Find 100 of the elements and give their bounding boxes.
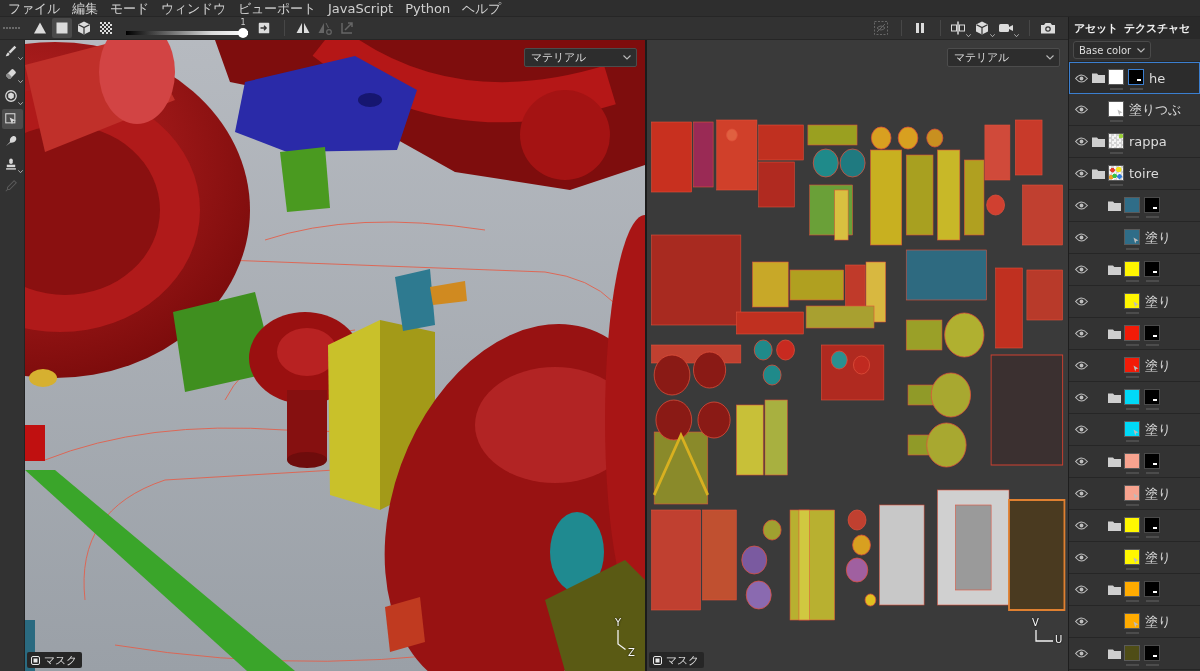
axis-gizmo-icon: [616, 630, 626, 650]
layer-thumbnail[interactable]: [1124, 356, 1140, 373]
layer-thumbnail[interactable]: [1108, 132, 1124, 149]
folder-icon: [1108, 520, 1121, 531]
corner-arrow-icon: [339, 20, 355, 36]
channel-dropdown[interactable]: Base color: [1073, 41, 1152, 59]
layer-thumbnail[interactable]: [1124, 228, 1140, 245]
folder-icon: [1108, 392, 1121, 403]
mask-icon: [31, 655, 40, 665]
eye-off-icon: [873, 20, 889, 36]
folder-icon: [1108, 264, 1121, 275]
cursor-icon: [1117, 108, 1123, 116]
caret-icon: [17, 102, 23, 105]
chevron-down-icon: [1137, 47, 1146, 53]
chevron-down-icon: [1046, 55, 1054, 60]
panel-tab[interactable]: アセット: [1074, 20, 1118, 36]
eye-icon: [1075, 393, 1088, 402]
mask-thumbnail[interactable]: [1144, 644, 1160, 661]
layer-thumbnail[interactable]: [1124, 644, 1140, 661]
layer-name: 塗り: [1145, 614, 1171, 629]
eye-icon: [1075, 201, 1088, 210]
eyedropper-icon: [3, 179, 18, 193]
layer-name: 塗り: [1145, 358, 1171, 373]
eye-icon: [1075, 489, 1088, 498]
mask-button[interactable]: マスク: [649, 652, 704, 668]
folder-icon: [1092, 136, 1105, 147]
menu-item[interactable]: JavaScript: [322, 0, 400, 16]
material-dropdown[interactable]: マテリアル: [947, 48, 1060, 67]
layer-thumbnail[interactable]: [1108, 69, 1124, 85]
menu-item[interactable]: Python: [399, 0, 457, 16]
layer-thumbnail[interactable]: [1124, 452, 1140, 469]
mask-thumbnail[interactable]: [1144, 196, 1160, 213]
caret-icon: [17, 169, 23, 173]
layer-row[interactable]: he: [1069, 62, 1200, 94]
mask-thumbnail[interactable]: [1144, 452, 1160, 469]
stamp-icon: [3, 156, 18, 171]
mirror-circle-icon: [317, 20, 333, 36]
eye-icon: [1075, 553, 1088, 562]
layer-name: 塗り: [1145, 294, 1171, 309]
layer-thumbnail[interactable]: [1124, 548, 1140, 565]
layer-thumbnail[interactable]: [1108, 100, 1124, 117]
selection-mode-button[interactable]: [52, 18, 72, 38]
layer-thumbnail[interactable]: [1124, 580, 1140, 597]
menu-item[interactable]: ファイル: [2, 0, 66, 16]
cursor-icon: [1133, 492, 1139, 500]
layer-name: 塗り: [1145, 486, 1171, 501]
caret-icon: [966, 34, 971, 37]
panel-tab[interactable]: テクスチャセ: [1124, 20, 1190, 36]
sphere-cube-icon: [3, 89, 18, 103]
material-dropdown[interactable]: マテリアル: [524, 48, 637, 67]
folder-icon: [1092, 168, 1105, 179]
mask-icon: [653, 655, 662, 665]
cursor-icon: [1133, 364, 1139, 372]
square-icon: [54, 20, 70, 36]
menu-item[interactable]: ウィンドウ: [155, 0, 232, 16]
layer-thumbnail[interactable]: [1108, 164, 1124, 181]
eye-icon: [1075, 233, 1088, 242]
layer-thumbnail[interactable]: [1124, 260, 1140, 277]
layer-thumbnail[interactable]: [1124, 292, 1140, 309]
cursor-icon: [1133, 236, 1139, 244]
layer-thumbnail[interactable]: [1124, 612, 1140, 629]
mask-thumbnail[interactable]: [1144, 324, 1160, 341]
eye-icon: [1075, 137, 1088, 146]
folder-icon: [1108, 456, 1121, 467]
mask-thumbnail[interactable]: [1144, 388, 1160, 405]
chevron-down-icon: [623, 55, 631, 60]
menu-item[interactable]: 編集: [66, 0, 104, 16]
cursor-icon: [1133, 620, 1139, 628]
eye-icon: [1075, 169, 1088, 178]
layer-thumbnail[interactable]: [1124, 484, 1140, 501]
eye-icon: [1075, 361, 1088, 370]
mask-thumbnail[interactable]: [1144, 516, 1160, 533]
cursor-square-icon: [3, 111, 18, 126]
layer-thumbnail[interactable]: [1124, 420, 1140, 437]
tool-button[interactable]: [1, 108, 23, 129]
layer-name: 塗り: [1145, 422, 1171, 437]
mask-thumbnail[interactable]: [1144, 580, 1160, 597]
axis-label: Z: [628, 647, 635, 659]
eye-icon: [1075, 457, 1088, 466]
layer-name: 塗り: [1145, 230, 1171, 245]
menu-item[interactable]: ヘルプ: [456, 0, 508, 16]
layer-thumbnail[interactable]: [1124, 388, 1140, 405]
folder-icon: [1108, 328, 1121, 339]
layer-name: 塗り: [1145, 550, 1171, 565]
mask-button[interactable]: マスク: [27, 652, 82, 668]
layer-name: 塗りつぶ: [1129, 102, 1181, 117]
axis-gizmo-icon: [1035, 630, 1053, 642]
layer-thumbnail[interactable]: [1124, 324, 1140, 341]
menu-item[interactable]: モード: [104, 0, 155, 16]
mask-thumbnail[interactable]: [1144, 260, 1160, 277]
axis-label: U: [1055, 634, 1063, 646]
eye-icon: [1075, 297, 1088, 306]
menu-item[interactable]: ビューポート: [232, 0, 322, 16]
layer-thumbnail[interactable]: [1124, 196, 1140, 213]
checker-icon: [98, 20, 114, 36]
slider-thumb[interactable]: [238, 28, 248, 38]
mask-thumbnail[interactable]: [1128, 69, 1144, 85]
folder-icon: [1092, 73, 1105, 83]
layer-thumbnail[interactable]: [1124, 516, 1140, 533]
brush-size-slider[interactable]: [126, 28, 248, 38]
